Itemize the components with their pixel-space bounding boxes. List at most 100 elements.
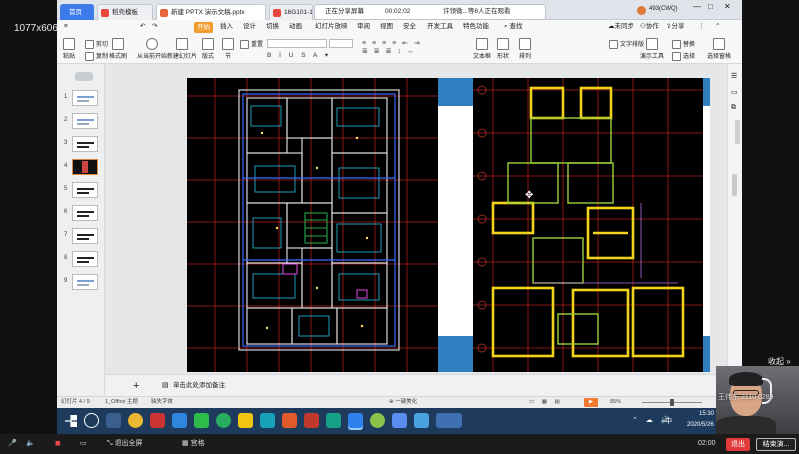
folder-icon[interactable] — [238, 413, 253, 428]
select-button[interactable]: 选择 — [672, 51, 695, 61]
slide-thumbnail[interactable]: 8 — [64, 251, 98, 267]
green-dot-app-icon[interactable] — [370, 413, 385, 428]
collaborate-button[interactable]: ⚇协作 — [637, 20, 662, 34]
collapse-ribbon-icon[interactable]: ⌃ — [712, 20, 723, 34]
ribbon-tab-developer[interactable]: 开发工具 — [424, 20, 456, 34]
ribbon-tab-slideshow[interactable]: 幻灯片放映 — [312, 20, 351, 34]
play-from-current-button[interactable]: 从当前开始 — [137, 38, 167, 60]
shape-button[interactable]: 形状 — [497, 38, 509, 60]
chrome-icon[interactable] — [128, 413, 143, 428]
window-close-icon[interactable]: ✕ — [724, 2, 731, 11]
search-taskbar-icon[interactable] — [84, 413, 99, 428]
more-menu-icon[interactable]: ⋮ — [695, 20, 708, 34]
ribbon-tab-security[interactable]: 安全 — [400, 20, 419, 34]
teal2-app-icon[interactable] — [326, 413, 341, 428]
slide-thumbnail[interactable]: 3 — [64, 136, 98, 152]
sync-status[interactable]: ☁未同步 — [605, 20, 637, 34]
slide-thumbnail[interactable]: 9 — [64, 274, 98, 290]
presentation-tools-button[interactable]: 演示工具 — [640, 38, 664, 60]
exit-fullscreen-button[interactable]: ⤡ 退出全屏 — [107, 434, 143, 454]
section-button[interactable]: 节 — [222, 38, 234, 60]
panel-copy-icon[interactable]: ⧉ — [731, 104, 736, 112]
active-app-icon[interactable] — [348, 413, 363, 428]
wide-app-icon[interactable] — [436, 413, 462, 428]
window-scrollbar[interactable] — [735, 120, 740, 144]
beautify-button[interactable]: ⊕ 一键美化 — [389, 397, 417, 408]
current-slide[interactable] — [187, 78, 710, 372]
ribbon-tab-insert[interactable]: 插入 — [217, 20, 236, 34]
presentation-app-icon[interactable] — [282, 413, 297, 428]
slide-thumbnail[interactable]: 1 — [64, 90, 98, 106]
replace-button[interactable]: 替换 — [672, 39, 695, 49]
end-presentation-button[interactable]: 结束演... — [756, 438, 796, 451]
thumbnail-view-toggle[interactable] — [75, 72, 93, 81]
reset-button[interactable]: 重置 — [240, 39, 263, 49]
ribbon-search[interactable]: ⌕ 查找 — [501, 20, 525, 34]
cut-button[interactable]: 剪切 — [85, 39, 108, 49]
teal-app-icon[interactable] — [260, 413, 275, 428]
slide-thumbnail[interactable]: 7 — [64, 228, 98, 244]
tab-presentation[interactable]: 新建 PPTX 演示文稿.pptx — [156, 4, 266, 20]
ribbon-tab-review[interactable]: 审阅 — [354, 20, 373, 34]
green-app-icon[interactable] — [216, 413, 231, 428]
ribbon-tab-home[interactable]: 开始 — [194, 22, 213, 33]
font-format-row[interactable]: B I U S A ▾ — [267, 51, 353, 60]
account-name[interactable]: 493(CWQ) — [649, 6, 678, 12]
slide-thumbnail[interactable]: 6 — [64, 205, 98, 221]
window-minimize-icon[interactable]: — — [693, 2, 701, 11]
format-painter-button[interactable]: 格式刷 — [109, 38, 127, 60]
undo-icon[interactable]: ↶ — [137, 20, 148, 34]
play-slideshow-button[interactable]: ▶ — [584, 398, 598, 407]
zoom-level[interactable]: 85% — [610, 397, 621, 408]
tab-docer-templates[interactable]: 稻壳模板 — [97, 4, 153, 20]
ribbon-tab-design[interactable]: 设计 — [240, 20, 259, 34]
ribbon-tab-transition[interactable]: 切换 — [263, 20, 282, 34]
speaker-icon[interactable]: 🔈 — [26, 434, 35, 454]
ribbon-tab-view[interactable]: 视图 — [377, 20, 396, 34]
redo-icon[interactable]: ↷ — [149, 20, 160, 34]
task-view-icon[interactable] — [106, 413, 121, 428]
slide-thumbnail[interactable]: 5 — [64, 182, 98, 198]
arrange-button[interactable]: 排列 — [519, 38, 531, 60]
add-slide-button[interactable]: + — [133, 375, 139, 397]
gallery-view-button[interactable]: ▦ 宫格 — [182, 434, 205, 454]
slide-thumbnail-selected[interactable]: 4 — [64, 159, 98, 175]
panel-settings-icon[interactable]: ☰ — [731, 72, 737, 80]
notes-area[interactable]: + ▤ 单击此处添加备注 — [105, 374, 727, 396]
panel-slides-icon[interactable]: ▭ — [731, 88, 738, 96]
wechat-icon[interactable] — [194, 413, 209, 428]
paragraph-controls[interactable]: ≡ ≡ ≡ ≡ ⇤ ⇥ ≣ ≣ ≣ ↕ ↔ — [362, 39, 462, 61]
pdf-app-icon[interactable] — [304, 413, 319, 428]
font-name-select[interactable] — [267, 39, 327, 48]
ime-indicator[interactable]: 中 — [665, 416, 672, 426]
windows-start-icon[interactable] — [65, 415, 77, 427]
zoom-slider-thumb[interactable] — [670, 399, 674, 406]
missing-fonts-link[interactable]: 缺失字体 — [151, 397, 173, 408]
ribbon-tab-special[interactable]: 特色功能 — [460, 20, 492, 34]
tab-home[interactable]: 首页 — [60, 4, 94, 20]
tab-pdf-16g101[interactable]: 16G101-1 — [269, 4, 313, 20]
paste-button[interactable]: 粘贴 — [63, 38, 75, 60]
red-app-icon[interactable] — [150, 413, 165, 428]
copy-button[interactable]: 复制 — [85, 51, 108, 61]
account-avatar[interactable] — [637, 6, 646, 15]
blue-app-icon[interactable] — [172, 413, 187, 428]
leave-meeting-button[interactable]: 退出 — [726, 438, 750, 451]
view-mode-buttons[interactable]: ▭ ▦ ▤ — [529, 397, 563, 408]
layout-button[interactable]: 版式 — [202, 38, 214, 60]
screen-share-icon[interactable]: ▭ — [80, 434, 87, 454]
selection-pane-button[interactable]: 选择窗格 — [707, 38, 731, 60]
textbox-button[interactable]: 文本框 — [473, 38, 491, 60]
photo-app-icon[interactable] — [414, 413, 429, 428]
new-slide-button[interactable]: 新建幻灯片 — [167, 38, 197, 60]
window-maximize-icon[interactable]: □ — [708, 2, 713, 11]
text-layout-button[interactable]: 文字排版 — [609, 39, 644, 49]
menu-file[interactable]: ≡ — [61, 20, 71, 34]
camera-off-icon[interactable]: ◼ — [55, 434, 61, 454]
ribbon-tab-animation[interactable]: 动画 — [286, 20, 305, 34]
vertical-scrollbar[interactable] — [732, 174, 737, 196]
share-button[interactable]: ⇪分享 — [663, 20, 687, 34]
slide-thumbnail[interactable]: 2 — [64, 113, 98, 129]
blue-window-app-icon[interactable] — [392, 413, 407, 428]
microphone-icon[interactable]: 🎤 — [8, 434, 17, 454]
